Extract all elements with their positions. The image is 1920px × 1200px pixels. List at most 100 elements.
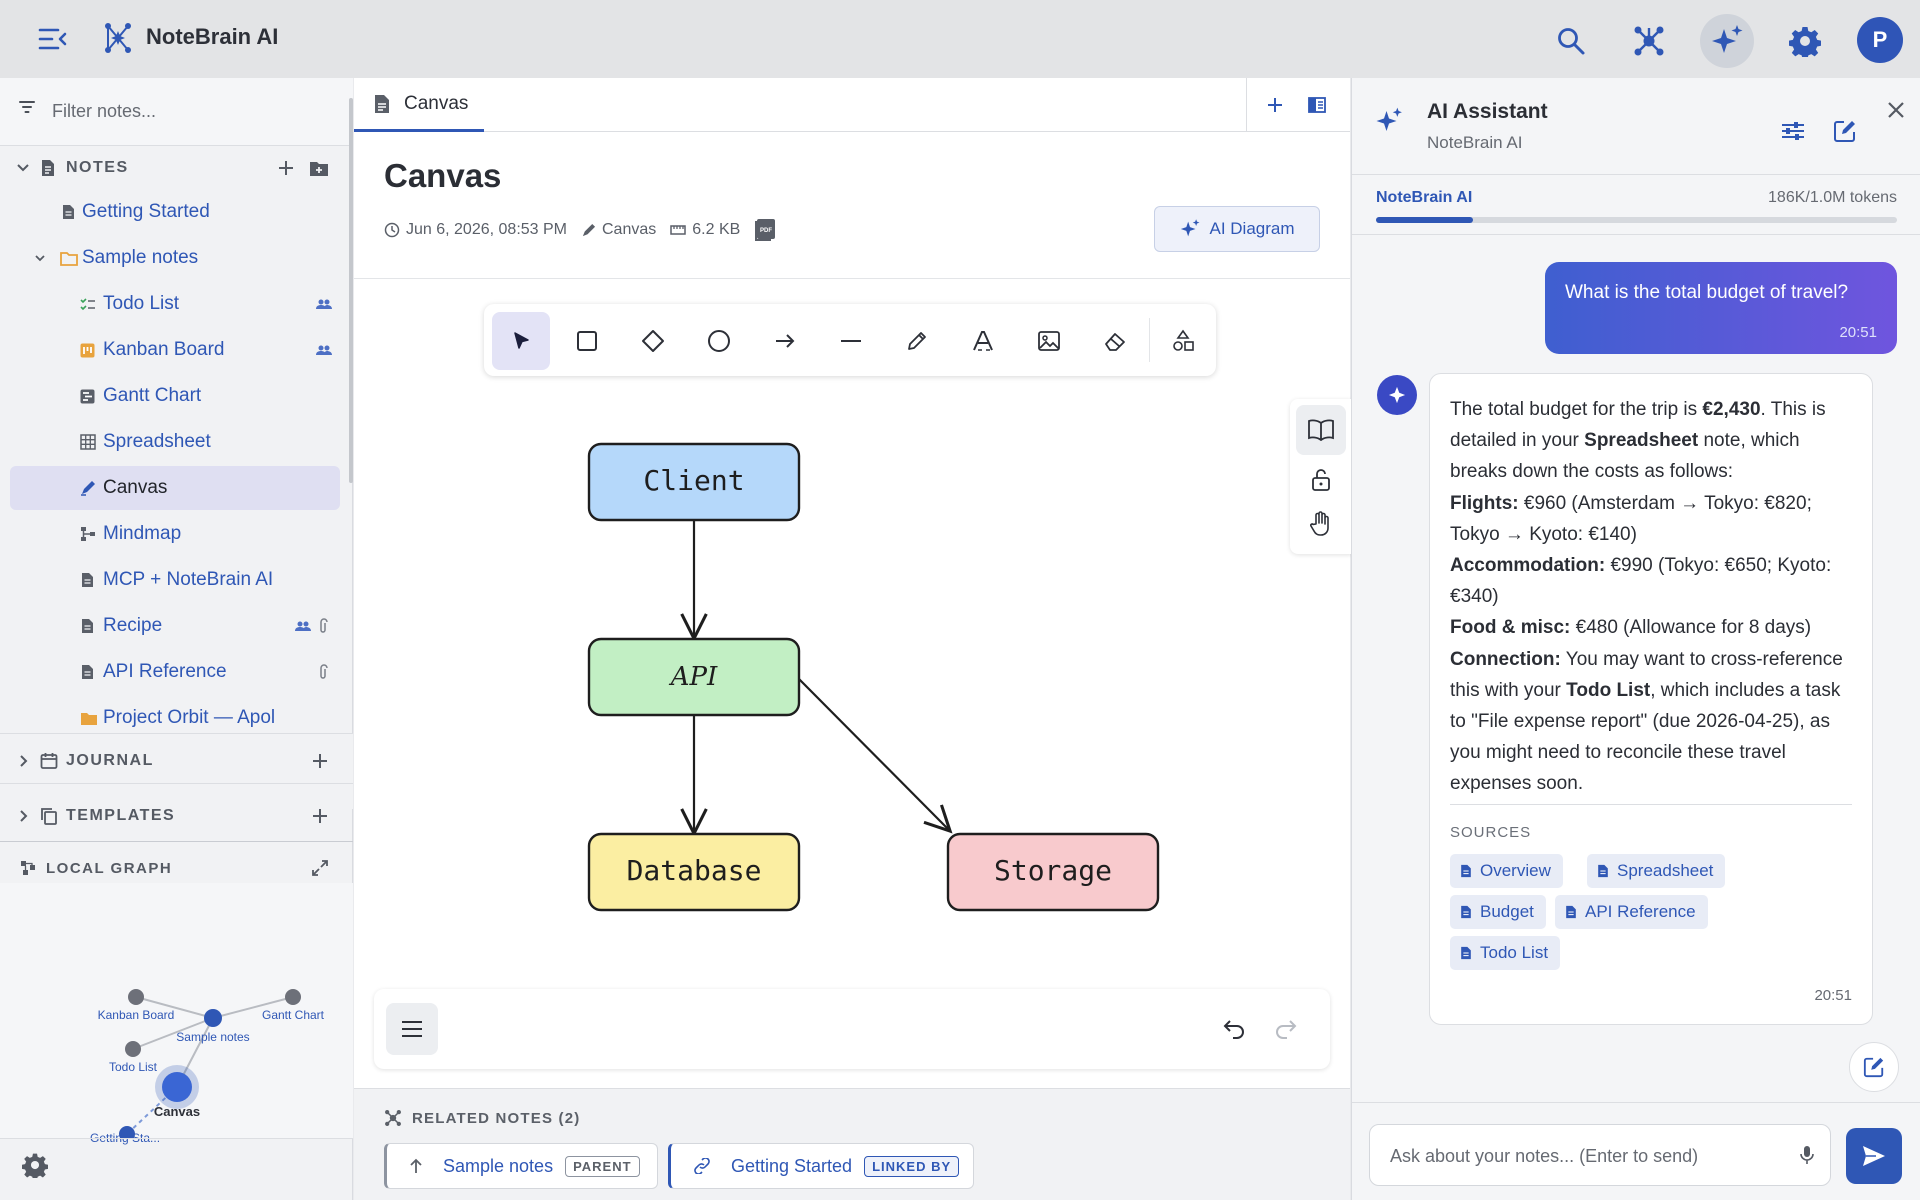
chevron-down-icon[interactable] [34, 252, 46, 264]
tab-canvas[interactable]: Canvas [354, 78, 484, 132]
tree-item-todo-list[interactable]: Todo List [10, 282, 340, 326]
canvas-menu-button[interactable] [386, 1003, 438, 1055]
redo-icon[interactable] [1274, 1017, 1298, 1039]
arrow-right-icon [776, 334, 795, 348]
ellipse-tool[interactable] [690, 312, 748, 370]
related-note-sample-notes[interactable]: Sample notes PARENT [384, 1143, 658, 1189]
source-chip-spreadsheet[interactable]: Spreadsheet [1587, 854, 1726, 888]
arrow-tool[interactable] [756, 312, 814, 370]
settings-button[interactable] [1778, 14, 1832, 68]
tree-item-sample-notes[interactable]: Sample notes [10, 236, 340, 280]
rectangle-tool[interactable] [558, 312, 616, 370]
add-journal-icon[interactable] [311, 752, 329, 770]
drawing-canvas[interactable]: Client API Database Storage [354, 278, 1352, 1088]
floating-new-chat-button[interactable] [1849, 1042, 1899, 1092]
canvas-icon [81, 481, 95, 496]
sidebar-scrollbar[interactable] [349, 98, 353, 483]
add-folder-icon[interactable] [309, 159, 329, 177]
source-chip-todo-list[interactable]: Todo List [1450, 936, 1561, 970]
add-note-icon[interactable] [277, 159, 295, 177]
chat-input[interactable] [1390, 1141, 1785, 1171]
split-view-icon[interactable] [1308, 96, 1326, 114]
tree-item-mindmap[interactable]: Mindmap [10, 512, 340, 556]
eraser-tool[interactable] [1086, 312, 1144, 370]
templates-section-header[interactable]: TEMPLATES [0, 794, 353, 838]
library-button[interactable] [1296, 405, 1346, 455]
tree-item-gantt-chart[interactable]: Gantt Chart [10, 374, 340, 418]
canvas-icon [582, 223, 596, 236]
add-template-icon[interactable] [311, 807, 329, 825]
pencil-tool[interactable] [888, 312, 946, 370]
text-tool[interactable] [954, 312, 1012, 370]
graph-node-todo-list [125, 1041, 141, 1057]
microphone-icon[interactable] [1800, 1145, 1814, 1165]
filter-notes-input[interactable] [52, 96, 332, 126]
sliders-icon[interactable] [1781, 121, 1805, 141]
local-graph-canvas[interactable]: Kanban Board Sample notes Gantt Chart To… [0, 883, 353, 1138]
diamond-tool[interactable] [624, 312, 682, 370]
notes-section-header[interactable]: NOTES [0, 146, 353, 190]
graph-label-kanban: Kanban Board [98, 1008, 175, 1022]
source-chip-api-reference[interactable]: API Reference [1555, 895, 1708, 929]
tree-item-canvas[interactable]: Canvas [10, 466, 340, 510]
shapes-library-tool[interactable] [1154, 312, 1212, 370]
arrow-up-icon [410, 1158, 422, 1173]
graph-node-kanban-board [128, 989, 144, 1005]
select-tool[interactable] [492, 312, 550, 370]
collapse-sidebar-icon[interactable] [36, 22, 70, 56]
parent-badge: PARENT [565, 1155, 640, 1177]
sparkle-icon [1388, 386, 1406, 404]
tree-item-recipe[interactable]: Recipe [10, 604, 340, 648]
close-icon[interactable] [1887, 101, 1905, 119]
send-button[interactable] [1846, 1128, 1902, 1184]
grid-icon [80, 434, 96, 450]
checklist-icon [80, 298, 95, 311]
clock-icon [384, 222, 400, 238]
expand-icon[interactable] [311, 859, 329, 877]
related-note-getting-started[interactable]: Getting Started LINKED BY [668, 1143, 974, 1189]
local-graph[interactable]: Kanban Board Sample notes Gantt Chart To… [0, 883, 353, 1145]
chevron-right-icon[interactable] [16, 809, 30, 823]
tree-item-getting-started[interactable]: Getting Started [10, 190, 340, 234]
line-icon [841, 340, 861, 342]
ai-assistant-button[interactable] [1700, 14, 1754, 68]
graph-view-button[interactable] [1622, 14, 1676, 68]
source-chip-budget[interactable]: Budget [1450, 895, 1546, 929]
lock-button[interactable] [1296, 454, 1346, 504]
tree-item-api-reference[interactable]: API Reference [10, 650, 340, 694]
sidebar-settings-icon[interactable] [22, 1152, 48, 1178]
note-icon [1461, 864, 1471, 878]
linked-by-badge: LINKED BY [864, 1155, 960, 1177]
search-button[interactable] [1544, 14, 1598, 68]
sparkles-icon [1712, 25, 1743, 53]
tree-item-spreadsheet[interactable]: Spreadsheet [10, 420, 340, 464]
ai-diagram-button[interactable]: AI Diagram [1154, 206, 1320, 252]
new-tab-icon[interactable] [1266, 96, 1284, 114]
hand-tool[interactable] [1296, 499, 1346, 549]
note-icon [375, 95, 389, 113]
undo-icon[interactable] [1222, 1017, 1246, 1039]
new-chat-icon[interactable] [1833, 119, 1857, 143]
rectangle-icon [577, 331, 597, 351]
line-tool[interactable] [822, 312, 880, 370]
attachment-icon [320, 664, 328, 679]
folder-icon [60, 251, 78, 266]
tree-item-mcp-notebrain[interactable]: MCP + NoteBrain AI [10, 558, 340, 602]
note-icon [42, 160, 54, 176]
gantt-icon [80, 389, 95, 403]
source-chip-overview[interactable]: Overview [1450, 854, 1563, 888]
graph-node-sample-notes [204, 1009, 222, 1027]
tree-item-kanban-board[interactable]: Kanban Board [10, 328, 340, 372]
drawing-toolbar [484, 304, 1216, 376]
export-pdf-button[interactable]: PDF [754, 218, 782, 242]
book-open-icon [1308, 419, 1334, 441]
image-tool[interactable] [1020, 312, 1078, 370]
chevron-down-icon[interactable] [16, 161, 30, 175]
journal-section-header[interactable]: JOURNAL [0, 739, 353, 783]
user-avatar[interactable]: P [1857, 17, 1903, 63]
chevron-right-icon[interactable] [16, 754, 30, 768]
filter-bar [0, 78, 353, 146]
gear-icon [1789, 27, 1821, 57]
ai-assistant-panel: AI Assistant NoteBrain AI NoteBrain AI 1… [1351, 78, 1920, 1200]
diagram[interactable]: Client API Database Storage [354, 279, 1350, 979]
